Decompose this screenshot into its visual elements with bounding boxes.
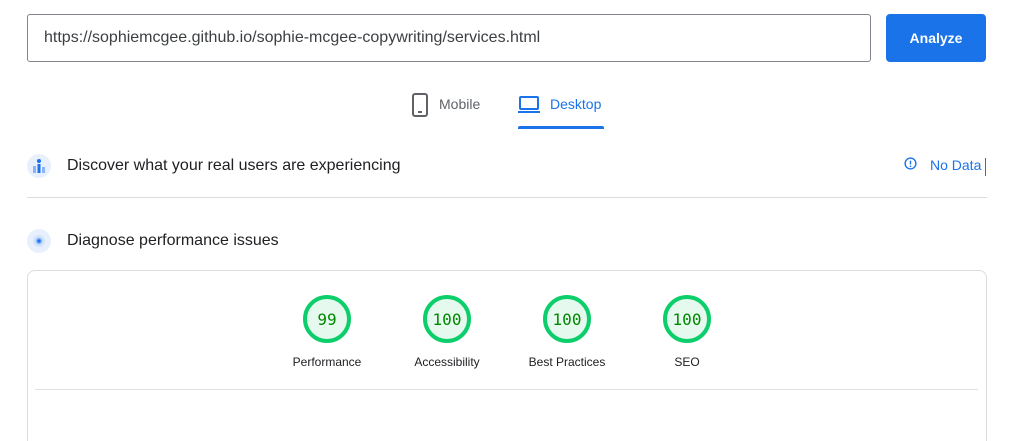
info-icon xyxy=(904,157,917,173)
users-data-icon xyxy=(27,154,51,178)
gauge-best-practices[interactable]: 100 Best Practices xyxy=(517,295,617,369)
url-input[interactable] xyxy=(27,14,871,62)
gauge-seo[interactable]: 100 SEO xyxy=(637,295,737,369)
tab-desktop-label: Desktop xyxy=(550,96,602,112)
field-data-header: Discover what your real users are experi… xyxy=(27,154,400,178)
field-data-title: Discover what your real users are experi… xyxy=(67,157,401,174)
no-data-link[interactable]: No Data xyxy=(904,157,981,173)
tab-mobile[interactable]: Mobile xyxy=(411,88,480,128)
score-gauge-performance: 99 xyxy=(303,295,351,343)
scores-panel xyxy=(27,270,987,441)
gauge-label-best-practices: Best Practices xyxy=(528,355,606,369)
lab-data-title: Diagnose performance issues xyxy=(67,232,279,249)
diagnose-icon xyxy=(27,229,51,253)
tab-selected-indicator xyxy=(518,126,604,129)
gauge-accessibility[interactable]: 100 Accessibility xyxy=(397,295,497,369)
score-gauge-seo: 100 xyxy=(663,295,711,343)
score-gauge-best-practices: 100 xyxy=(543,295,591,343)
tab-mobile-label: Mobile xyxy=(439,96,481,112)
section-divider xyxy=(27,197,987,198)
mobile-phone-icon xyxy=(411,93,439,120)
gauge-label-accessibility: Accessibility xyxy=(414,355,480,369)
tab-desktop[interactable]: Desktop xyxy=(518,88,601,128)
gauge-label-performance: Performance xyxy=(292,355,362,369)
lab-data-header: Diagnose performance issues xyxy=(27,229,279,253)
gauge-performance[interactable]: 99 Performance xyxy=(277,295,377,369)
analyze-button[interactable]: Analyze xyxy=(886,14,986,62)
no-data-label: No Data xyxy=(930,157,982,173)
score-gauge-accessibility: 100 xyxy=(423,295,471,343)
scores-divider xyxy=(35,389,978,390)
gauge-label-seo: SEO xyxy=(674,355,700,369)
laptop-icon xyxy=(518,93,550,118)
text-cursor xyxy=(985,158,986,176)
